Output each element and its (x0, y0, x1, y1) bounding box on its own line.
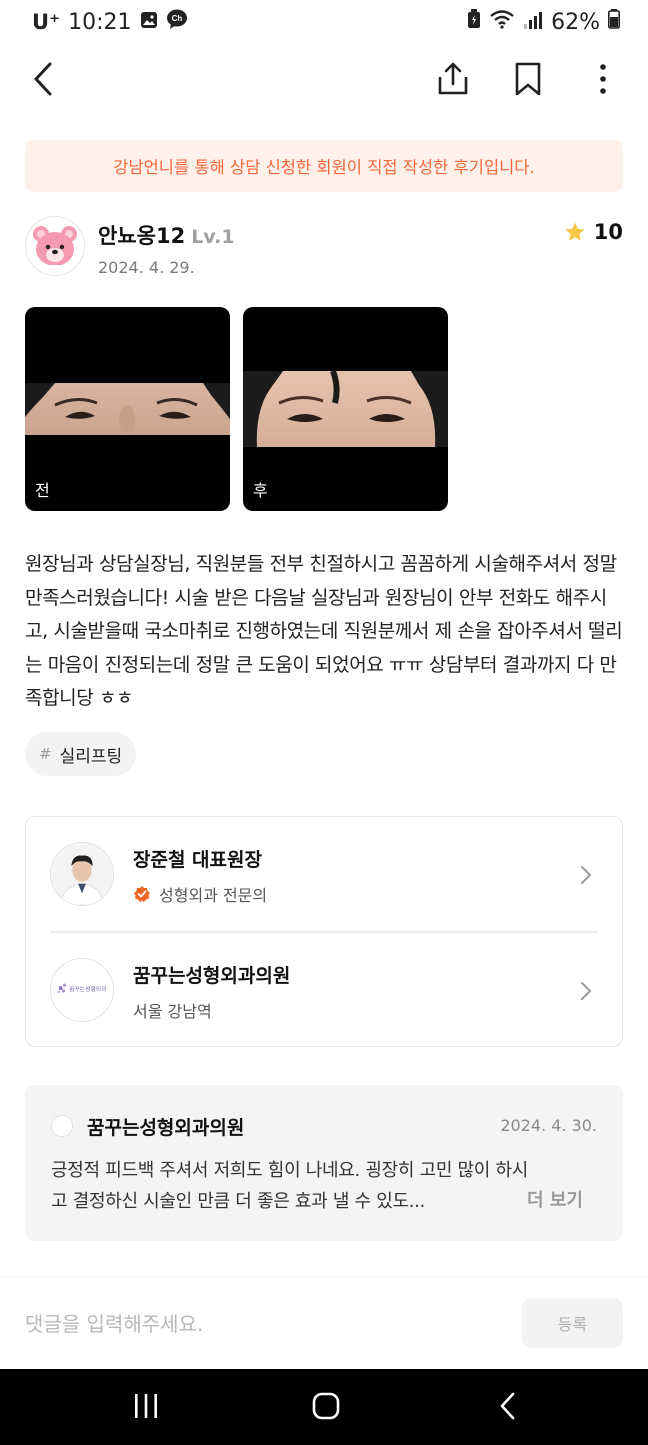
home-button[interactable] (311, 1391, 341, 1425)
more-options-button[interactable] (580, 56, 626, 102)
hash-icon: # (39, 745, 52, 763)
gallery-icon (140, 10, 158, 35)
system-back-button[interactable] (496, 1391, 520, 1425)
more-vertical-icon (600, 64, 606, 94)
clock: 10:21 (68, 9, 132, 35)
home-icon (312, 1392, 340, 1420)
rating: 10 (564, 220, 623, 244)
rating-value: 10 (593, 220, 623, 244)
review-body: 원장님과 상담실장님, 직원분들 전부 친절하시고 꼼꼼하게 시술해주셔서 정말… (25, 553, 623, 709)
clinic-logo-icon: 꿈꾸는성형외과 (57, 983, 107, 994)
app-bar (0, 44, 648, 114)
back-button[interactable] (20, 56, 66, 102)
reply-clinic-name: 꿈꾸는성형외과의원 (87, 1117, 245, 1139)
clinic-reply: 꿈꾸는성형외과의원 2024. 4. 30. 긍정적 피드백 주셔서 저희도 힘… (25, 1085, 623, 1241)
reply-clinic-logo-icon (51, 1115, 73, 1137)
procedure-tag[interactable]: # 실리프팅 (25, 732, 137, 776)
chat-icon: Ch (166, 9, 188, 35)
reply-date: 2024. 4. 30. (500, 1116, 597, 1135)
bookmark-button[interactable] (505, 56, 551, 102)
carrier-label: U⁺ (32, 10, 61, 34)
signal-icon (523, 10, 543, 35)
doctor-specialty-label: 성형외과 전문의 (159, 886, 268, 905)
comment-bar: 등록 (0, 1276, 648, 1369)
doctor-specialty: 성형외과 전문의 (133, 882, 267, 906)
reply-more-button[interactable]: 더 보기 (527, 1186, 583, 1212)
clinic-row[interactable]: 꿈꾸는성형외과 꿈꾸는성형외과의원 서울 강남역 (26, 933, 622, 1047)
after-label: 후 (253, 481, 268, 500)
status-left: U⁺ 10:21 Ch (32, 9, 188, 35)
doctor-avatar (50, 842, 114, 906)
verified-badge-icon (134, 886, 150, 902)
back-arrow-icon (34, 62, 52, 96)
share-icon (438, 62, 468, 95)
svg-text:Ch: Ch (171, 14, 182, 23)
author-level: Lv.1 (191, 226, 235, 248)
clinic-location: 서울 강남역 (133, 1002, 212, 1021)
battery-icon (608, 9, 620, 35)
doctor-name: 장준철 대표원장 (133, 849, 262, 871)
status-right: 62% (467, 9, 620, 35)
star-icon (565, 222, 585, 241)
after-eyes-image (243, 369, 448, 447)
reply-body: 긍정적 피드백 주셔서 저희도 힘이 나네요. 굉장히 고민 많이 하시고 결정… (51, 1160, 528, 1212)
author-name[interactable]: 안뇨옹12 Lv.1 (98, 220, 235, 250)
doctor-clinic-card: 장준철 대표원장 성형외과 전문의 꿈꾸는성형외과 꿈꾸는성형외과의원 서울 강… (25, 816, 623, 1047)
comment-input[interactable] (25, 1307, 495, 1341)
after-photo[interactable]: 후 (243, 307, 448, 511)
status-bar: U⁺ 10:21 Ch 62% (0, 0, 648, 44)
clinic-logo-text: 꿈꾸는성형외과 (69, 985, 107, 993)
before-label: 전 (35, 481, 50, 500)
wifi-icon (489, 9, 515, 35)
battery-saver-icon (467, 9, 481, 35)
system-nav-bar (0, 1369, 648, 1445)
share-button[interactable] (430, 56, 476, 102)
bookmark-icon (515, 62, 541, 96)
recent-apps-button[interactable] (132, 1391, 160, 1425)
comment-submit-button[interactable]: 등록 (522, 1298, 623, 1348)
clinic-logo: 꿈꾸는성형외과 (50, 958, 114, 1022)
before-after-photos: 전 후 (25, 307, 448, 511)
bear-avatar-icon (33, 226, 77, 272)
doctor-row[interactable]: 장준철 대표원장 성형외과 전문의 (26, 817, 622, 931)
chevron-right-icon (581, 866, 591, 884)
before-photo[interactable]: 전 (25, 307, 230, 511)
system-back-icon (500, 1392, 515, 1420)
author-nickname: 안뇨옹12 (98, 224, 186, 248)
avatar[interactable] (25, 216, 85, 276)
clinic-name: 꿈꾸는성형외과의원 (133, 965, 291, 987)
chevron-right-icon (581, 982, 591, 1000)
procedure-tag-label: 실리프팅 (59, 746, 123, 767)
review-date: 2024. 4. 29. (98, 258, 195, 277)
doctor-photo-icon (51, 843, 113, 905)
battery-percent: 62% (551, 9, 600, 35)
review-notice: 강남언니를 통해 상담 신청한 회원이 직접 작성한 후기입니다. (25, 140, 623, 192)
recent-apps-icon (135, 1394, 157, 1418)
before-eyes-image (25, 383, 230, 435)
author-section: 안뇨옹12 Lv.1 2024. 4. 29. 10 (25, 216, 623, 280)
